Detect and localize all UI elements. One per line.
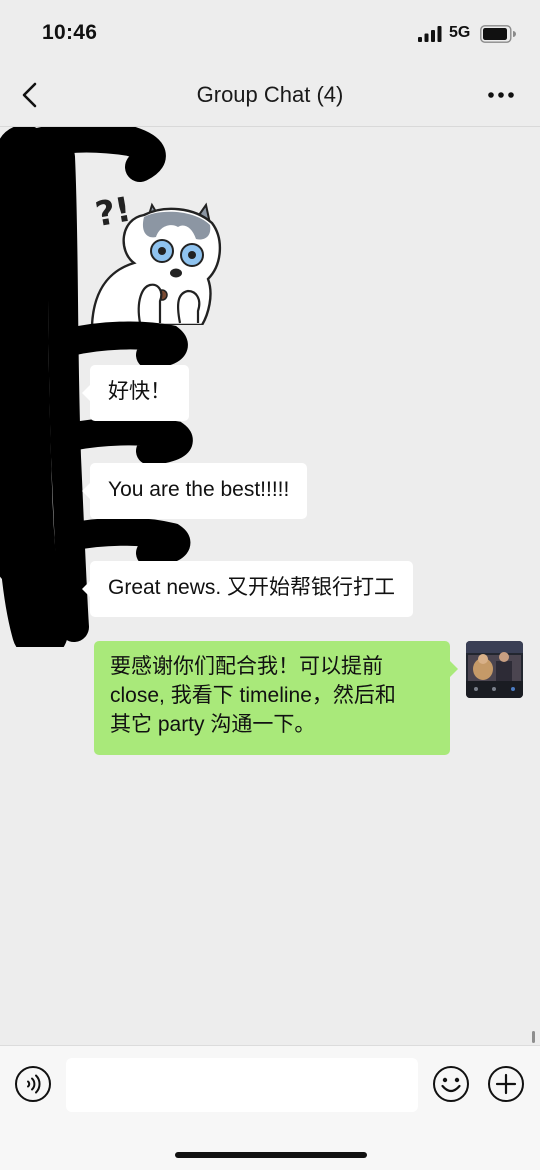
message-list[interactable]: ?! 好快！ You are the best!!!!! Great news.…: [0, 127, 540, 1045]
voice-icon[interactable]: [14, 1065, 52, 1103]
more-dots-icon[interactable]: [484, 78, 518, 112]
signal-icon: [418, 26, 442, 42]
message-line: close, 我看下 timeline，然后和: [110, 684, 396, 707]
my-message-bubble[interactable]: 要感谢你们配合我！可以提前 close, 我看下 timeline，然后和 其它…: [94, 641, 458, 755]
home-indicator: [175, 1152, 367, 1158]
message-bubble[interactable]: Great news. 又开始帮银行打工: [81, 561, 414, 617]
emoji-icon[interactable]: [432, 1065, 470, 1103]
message-input[interactable]: [66, 1058, 418, 1112]
battery-icon: [480, 25, 516, 43]
message-bubble[interactable]: You are the best!!!!!: [81, 463, 308, 519]
message-line: 要感谢你们配合我！可以提前: [110, 655, 383, 678]
network-label: 5G: [449, 24, 471, 41]
input-bar: [0, 1045, 540, 1170]
scrollbar[interactable]: [532, 1031, 535, 1043]
status-bar: 10:46 5G: [0, 0, 540, 64]
message-bubble[interactable]: 好快！: [82, 365, 189, 421]
plus-icon[interactable]: [487, 1065, 525, 1103]
chat-header: Group Chat (4): [0, 64, 540, 127]
status-time: 10:46: [42, 21, 98, 44]
message-line: 其它 party 沟通一下。: [110, 713, 316, 736]
avatar[interactable]: [466, 641, 523, 698]
chat-title: Group Chat (4): [196, 82, 344, 107]
